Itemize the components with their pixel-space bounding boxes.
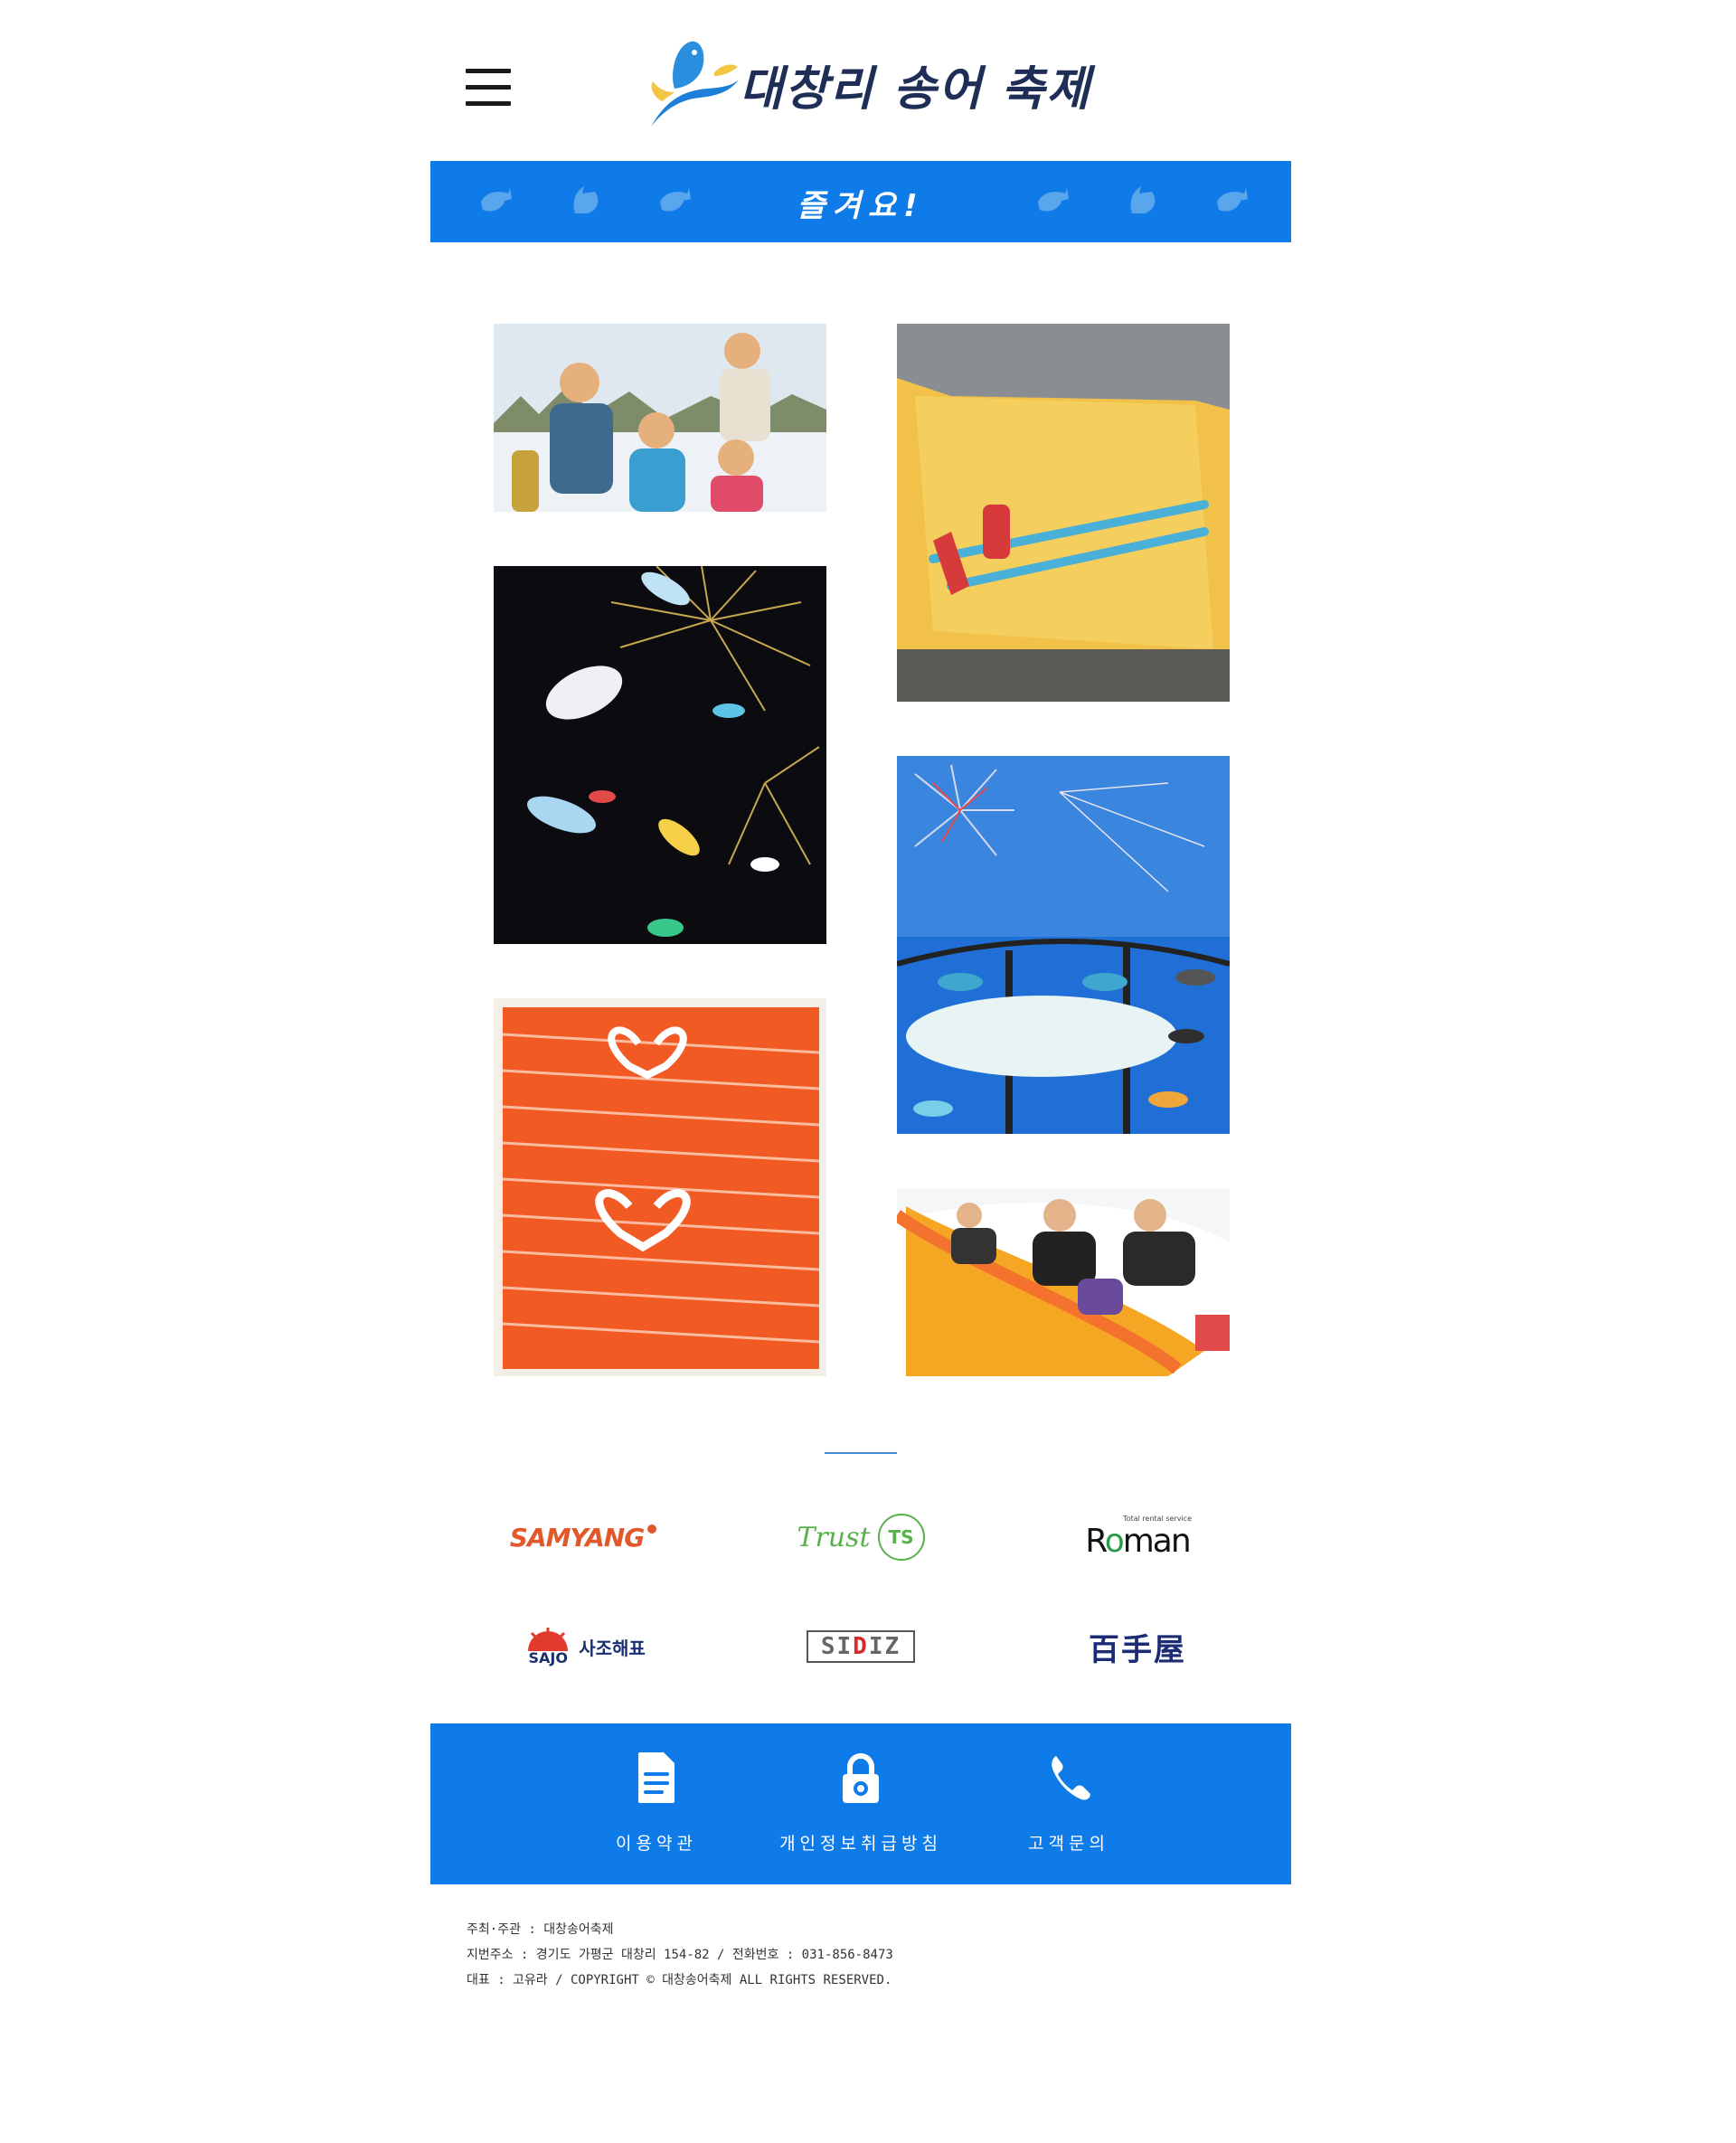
- document-icon: [638, 1752, 675, 1803]
- photo-snow-raft-sledding[interactable]: [897, 1188, 1230, 1376]
- sponsor-trust[interactable]: Trust TS: [770, 1510, 951, 1564]
- sponsor-baeksu[interactable]: 百手屋: [1047, 1615, 1228, 1678]
- site-info: 주최·주관 : 대창송어축제 지번주소 : 경기도 가평군 대창리 154-82…: [467, 1917, 893, 1993]
- footer-link-privacy-label: 개인정보취급방침: [779, 1834, 942, 1854]
- section-banner: 즐겨요!: [430, 161, 1291, 242]
- sun-icon: [647, 1525, 657, 1534]
- footer-link-privacy[interactable]: 개인정보취급방침: [761, 1751, 960, 1855]
- roman-subtitle: Total rental service: [1123, 1515, 1192, 1523]
- sponsor-roman[interactable]: Total rental service Roman: [1047, 1501, 1228, 1573]
- fish-icon: [1130, 186, 1156, 213]
- site-logo[interactable]: 대창리 송어 축제: [644, 36, 1096, 136]
- photo-salmon-sashimi[interactable]: [494, 998, 826, 1376]
- sponsor-sidiz-logo: SIDIZ: [806, 1630, 916, 1663]
- sponsor-samyang[interactable]: SAMYANG: [494, 1510, 675, 1564]
- menu-icon[interactable]: [466, 69, 511, 107]
- section-divider: [825, 1452, 897, 1454]
- photo-ice-fishing-rod[interactable]: [897, 324, 1230, 702]
- footer-link-terms-label: 이용약관: [616, 1834, 697, 1854]
- trust-badge: TS: [877, 1514, 925, 1561]
- footer-link-terms[interactable]: 이용약관: [557, 1751, 756, 1855]
- photo-figurines[interactable]: [494, 324, 826, 512]
- sponsor-sidiz[interactable]: SIDIZ: [770, 1615, 951, 1678]
- sponsor-roman-logo: Roman: [1085, 1523, 1191, 1560]
- menu-bar: [466, 69, 511, 73]
- photo-fish-lanterns-fireworks[interactable]: [494, 566, 826, 944]
- sponsor-sajo-name: 사조해표: [579, 1637, 646, 1659]
- sajo-emblem: SAJO: [523, 1628, 573, 1666]
- site-title: 대창리 송어 축제: [740, 62, 1092, 117]
- trust-badge-text: TS: [888, 1526, 914, 1548]
- banner-title: 즐겨요!: [797, 188, 925, 224]
- menu-bar: [466, 85, 511, 90]
- info-copyright: 대표 : 고유라 / COPYRIGHT © 대창송어축제 ALL RIGHTS…: [467, 1973, 892, 1987]
- page-column: 대창리 송어 축제 즐겨요! SAMYANG Trust TS Total re…: [430, 0, 1291, 2143]
- lock-icon: [843, 1753, 879, 1803]
- info-organizer: 주최·주관 : 대창송어축제: [467, 1922, 614, 1937]
- sunrise-icon: [528, 1628, 569, 1651]
- fish-icon: [1038, 188, 1069, 212]
- info-address-phone: 지번주소 : 경기도 가평군 대창리 154-82 / 전화번호 : 031-8…: [467, 1948, 893, 1962]
- sponsor-baeksu-logo: 百手屋: [1089, 1631, 1186, 1668]
- menu-bar: [466, 101, 511, 106]
- fish-logo-icon: [651, 41, 739, 127]
- phone-icon: [1052, 1756, 1090, 1800]
- footer-link-contact-label: 고객문의: [1028, 1834, 1109, 1854]
- fish-icon: [1217, 188, 1248, 212]
- sponsor-samyang-logo: SAMYANG: [509, 1522, 645, 1553]
- sponsor-trust-logo: Trust: [797, 1521, 871, 1553]
- sajo-logo-text: SAJO: [528, 1649, 568, 1666]
- footer-link-contact[interactable]: 고객문의: [969, 1751, 1168, 1855]
- photo-lantern-tunnel-fireworks[interactable]: [897, 756, 1230, 1134]
- footer-links-bar: 이용약관 개인정보취급방침 고객문의: [430, 1723, 1291, 1884]
- sponsor-sajo[interactable]: SAJO 사조해표: [494, 1615, 675, 1678]
